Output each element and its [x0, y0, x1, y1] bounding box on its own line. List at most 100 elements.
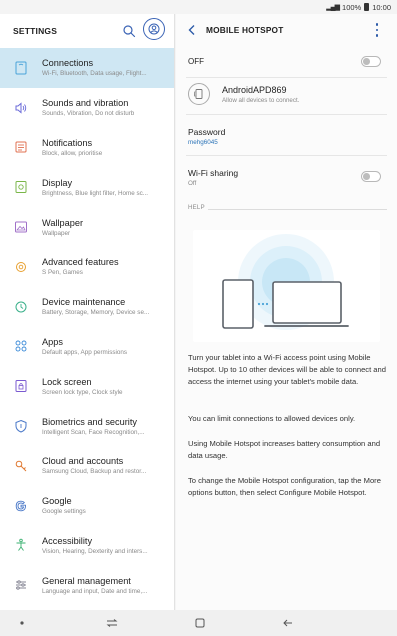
- wifi-sharing-row[interactable]: Wi-Fi sharing Off: [188, 167, 238, 188]
- divider: [186, 114, 387, 115]
- apps-icon: [13, 338, 29, 354]
- sidebar-item-lock-screen[interactable]: Lock screen Screen lock type, Clock style: [0, 366, 174, 406]
- sidebar-item-label: Lock screen: [42, 376, 92, 387]
- search-icon[interactable]: [122, 24, 136, 38]
- settings-menu: Connections Wi-Fi, Bluetooth, Data usage,…: [0, 48, 174, 605]
- sidebar-item-label: Wallpaper: [42, 217, 84, 228]
- page-title: MOBILE HOTSPOT: [206, 25, 284, 35]
- sound-icon: [13, 100, 29, 116]
- back-icon[interactable]: [185, 23, 199, 37]
- hotspot-illustration: [193, 230, 380, 342]
- help-paragraph: Turn your tablet into a Wi-Fi access poi…: [188, 353, 386, 386]
- wifi-sharing-value: Off: [188, 180, 197, 187]
- home-icon[interactable]: [192, 615, 208, 631]
- hotspot-network-row[interactable]: AndroidAPD869 Allow all devices to conne…: [188, 80, 388, 108]
- sidebar-item-subtitle: Wi-Fi, Bluetooth, Data usage, Flight...: [42, 70, 147, 78]
- sidebar-item-subtitle: Brightness, Blue light filter, Home sc..…: [42, 189, 149, 197]
- general-management-icon: [13, 577, 29, 593]
- sidebar-item-label: Sounds and vibration: [42, 98, 129, 109]
- sidebar-item-display[interactable]: Display Brightness, Blue light filter, Ho…: [0, 167, 174, 207]
- sidebar-item-connections[interactable]: Connections Wi-Fi, Bluetooth, Data usage,…: [0, 48, 174, 88]
- navigation-bar: [0, 610, 397, 636]
- sidebar-item-subtitle: Wallpaper: [42, 229, 71, 237]
- sidebar-item-subtitle: Battery, Storage, Memory, Device se...: [42, 309, 150, 317]
- divider: [186, 155, 387, 156]
- sidebar-item-subtitle: Block, allow, prioritise: [42, 149, 103, 157]
- recent-apps-icon[interactable]: [104, 615, 120, 631]
- sidebar-item-cloud-and-accounts[interactable]: Cloud and accounts Samsung Cloud, Backup …: [0, 446, 174, 486]
- sidebar-item-apps[interactable]: Apps Default apps, App permissions: [0, 327, 174, 367]
- help-paragraph: To change the Mobile Hotspot configurati…: [188, 476, 381, 497]
- sidebar-item-subtitle: Intelligent Scan, Face Recognition,...: [42, 428, 145, 436]
- sidebar-item-label: Device maintenance: [42, 297, 126, 308]
- password-row[interactable]: Password mehg6045: [188, 126, 225, 147]
- sidebar-item-subtitle: Screen lock type, Clock style: [42, 388, 123, 396]
- dot-indicator-icon: [14, 615, 30, 631]
- hotspot-state-label: OFF: [188, 56, 204, 66]
- sidebar-item-subtitle: Sounds, Vibration, Do not disturb: [42, 110, 135, 118]
- more-dot-icon: [375, 23, 379, 26]
- battery-level: 100%: [342, 2, 362, 12]
- sidebar-item-notifications[interactable]: Notifications Block, allow, prioritise: [0, 128, 174, 168]
- biometrics-icon: [13, 418, 29, 434]
- sidebar-item-google[interactable]: Google Google settings: [0, 486, 174, 526]
- status-bar: ▂▄▆ 100% 10:00: [0, 0, 397, 14]
- password-label: Password: [188, 127, 226, 137]
- lock-screen-icon: [13, 378, 29, 394]
- sidebar-item-wallpaper[interactable]: Wallpaper Wallpaper: [0, 207, 174, 247]
- help-section-label: HELP: [188, 205, 205, 211]
- sidebar-item-biometrics-and-security[interactable]: Biometrics and security Intelligent Scan,…: [0, 406, 174, 446]
- back-nav-icon[interactable]: [280, 615, 296, 631]
- clock: 10:00: [372, 2, 391, 12]
- device-maintenance-icon: [13, 299, 29, 315]
- password-value: mehg6045: [188, 139, 218, 146]
- sidebar-item-subtitle: Default apps, App permissions: [42, 348, 128, 356]
- more-dot-icon: [375, 34, 379, 37]
- network-subtitle: Allow all devices to connect.: [222, 96, 300, 104]
- more-dot-icon: [375, 28, 379, 32]
- sidebar-item-subtitle: Vision, Hearing, Dexterity and inters...: [42, 547, 148, 555]
- sidebar-item-label: Notifications: [42, 137, 93, 148]
- network-name: AndroidAPD869: [222, 84, 287, 95]
- cloud-accounts-icon: [13, 458, 29, 474]
- connections-icon: [13, 60, 29, 76]
- sidebar-item-label: Google: [42, 496, 72, 507]
- help-divider: [208, 209, 387, 210]
- sidebar-item-label: Cloud and accounts: [42, 456, 124, 467]
- sidebar-item-advanced-features[interactable]: Advanced features S Pen, Games: [0, 247, 174, 287]
- settings-title: SETTINGS: [13, 26, 58, 36]
- mobile-hotspot-pane: MOBILE HOTSPOT OFF AndroidAPD869 Allow a…: [176, 14, 397, 610]
- sidebar-item-label: General management: [42, 575, 131, 586]
- hotspot-header: MOBILE HOTSPOT: [176, 14, 397, 46]
- settings-pane: SETTINGS Connections Wi-Fi, Bluetooth, Da…: [0, 14, 175, 610]
- sidebar-item-sounds-and-vibration[interactable]: Sounds and vibration Sounds, Vibration, D…: [0, 88, 174, 128]
- sidebar-item-label: Display: [42, 177, 73, 188]
- sidebar-item-accessibility[interactable]: Accessibility Vision, Hearing, Dexterity …: [0, 526, 174, 566]
- advanced-features-icon: [13, 259, 29, 275]
- divider: [186, 77, 387, 78]
- wifi-sharing-label: Wi-Fi sharing: [188, 168, 239, 178]
- sidebar-item-label: Advanced features: [42, 257, 119, 268]
- display-icon: [13, 179, 29, 195]
- help-paragraph: You can limit connections to allowed dev…: [188, 414, 356, 423]
- sidebar-item-subtitle: S Pen, Games: [42, 269, 83, 277]
- hotspot-toggle[interactable]: [361, 56, 381, 67]
- accessibility-icon: [13, 537, 29, 553]
- sidebar-item-general-management[interactable]: General management Language and input, Da…: [0, 565, 174, 605]
- sidebar-item-label: Biometrics and security: [42, 416, 137, 427]
- more-options-button[interactable]: [372, 22, 382, 38]
- tablet-icon: [188, 83, 210, 105]
- profile-icon[interactable]: [143, 18, 165, 40]
- sidebar-item-label: Apps: [42, 336, 63, 347]
- help-paragraph: Using Mobile Hotspot increases battery c…: [188, 439, 381, 460]
- sidebar-item-subtitle: Google settings: [42, 508, 86, 516]
- signal-icon: ▂▄▆: [326, 4, 340, 11]
- wifi-sharing-toggle[interactable]: [361, 171, 381, 182]
- sidebar-item-subtitle: Language and input, Date and time,...: [42, 587, 148, 595]
- sidebar-item-subtitle: Samsung Cloud, Backup and restor...: [42, 468, 147, 476]
- google-icon: [13, 498, 29, 514]
- sidebar-item-device-maintenance[interactable]: Device maintenance Battery, Storage, Memo…: [0, 287, 174, 327]
- notifications-icon: [13, 139, 29, 155]
- battery-icon: [364, 3, 370, 11]
- wallpaper-icon: [13, 219, 29, 235]
